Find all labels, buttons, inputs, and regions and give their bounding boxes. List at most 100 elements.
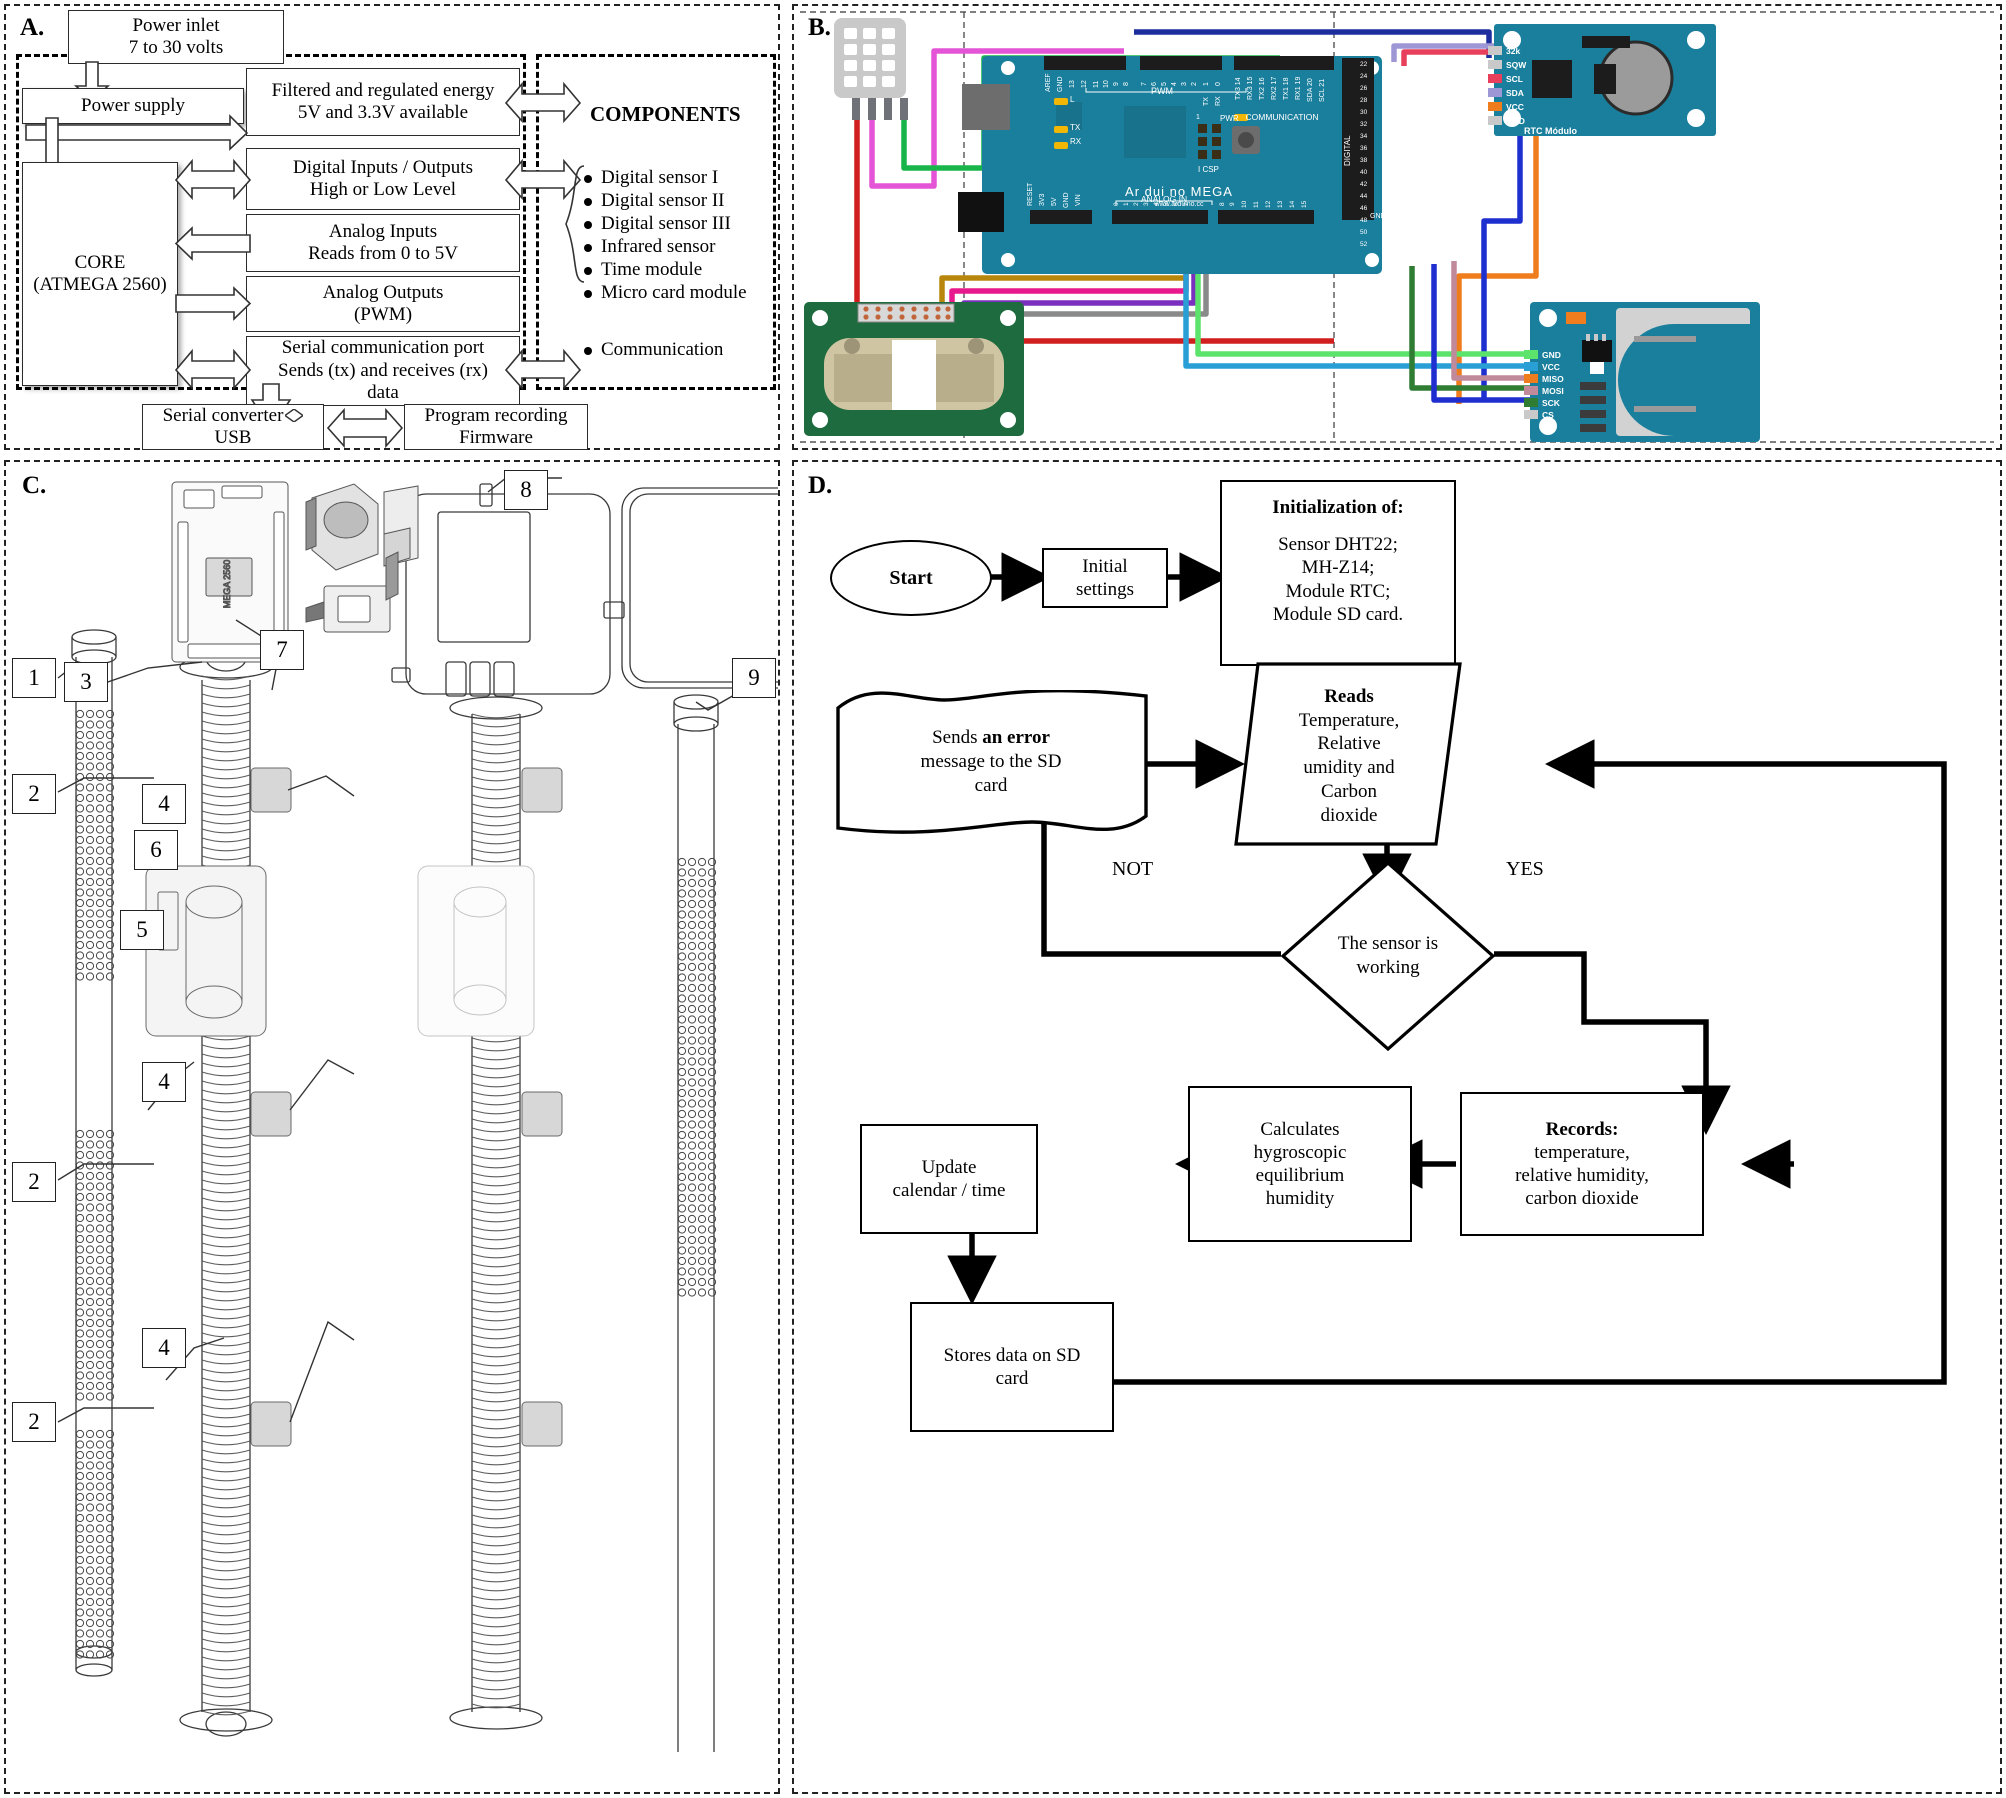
analog-out-line2: (PWM) <box>353 304 413 325</box>
callout-2-bottom: 2 <box>12 1402 56 1442</box>
svg-text:RX1 19: RX1 19 <box>1295 77 1302 100</box>
components-title: COMPONENTS <box>590 102 741 126</box>
svg-text:23: 23 <box>1382 67 1390 74</box>
callout-4-bottom: 4 <box>142 1328 186 1368</box>
digital-line2: High or Low Level <box>309 179 457 200</box>
svg-text:3: 3 <box>1143 202 1150 206</box>
callout-4-top: 4 <box>142 784 186 824</box>
svg-text:7: 7 <box>1141 82 1148 86</box>
panel-b-wiring-diagram: AREF GND 13 12 11 10 9 8 7 6 5 4 3 2 1 0… <box>800 11 1994 443</box>
svg-text:SDA 20: SDA 20 <box>1307 78 1314 102</box>
svg-text:4: 4 <box>1153 202 1160 206</box>
svg-text:GND: GND <box>1370 213 1386 220</box>
svg-text:52: 52 <box>1360 241 1368 248</box>
svg-text:TX1 18: TX1 18 <box>1283 77 1290 100</box>
calculates-node: Calculates hygroscopic equilibrium humid… <box>1188 1086 1412 1242</box>
svg-text:34: 34 <box>1360 133 1368 140</box>
panel-c-letter: C. <box>22 472 47 499</box>
svg-text:AREF: AREF <box>1045 73 1052 92</box>
svg-text:SCK: SCK <box>1542 398 1561 408</box>
svg-text:12: 12 <box>1265 200 1272 208</box>
components-list: Digital sensor I Digital sensor II Digit… <box>584 168 747 306</box>
arrow-converter-to-firmware <box>326 407 404 449</box>
reads-node: Reads Temperature, Relative umidity and … <box>1298 685 1400 826</box>
svg-text:42: 42 <box>1360 181 1368 188</box>
bullet-dot-icon <box>584 347 592 355</box>
svg-text:31: 31 <box>1382 115 1390 122</box>
svg-text:43: 43 <box>1382 187 1390 194</box>
svg-text:GND: GND <box>1506 116 1525 126</box>
svg-text:28: 28 <box>1360 97 1368 104</box>
svg-text:3V3: 3V3 <box>1039 193 1046 206</box>
callout-5: 5 <box>120 910 164 950</box>
diamond-icon <box>285 409 304 423</box>
svg-text:50: 50 <box>1360 229 1368 236</box>
core-line1: CORE <box>74 251 126 273</box>
svg-text:1: 1 <box>1196 114 1200 121</box>
svg-text:0: 0 <box>1215 82 1222 86</box>
bullet-dot-icon <box>584 290 592 298</box>
components-brace-icon <box>565 165 585 283</box>
module-illustrations <box>305 483 419 633</box>
panel-c-assembly-drawing: MEGA 2560 <box>57 477 778 1752</box>
arrow-core-serial <box>174 348 252 391</box>
svg-text:L: L <box>1070 95 1075 104</box>
box-program-firmware: Program recording Firmware <box>404 404 588 450</box>
svg-text:8: 8 <box>1123 82 1130 86</box>
svg-text:13: 13 <box>1069 80 1076 88</box>
box-core: CORE (ATMEGA 2560) <box>22 162 178 386</box>
callout-2-top: 2 <box>12 774 56 814</box>
svg-text:GND: GND <box>1542 350 1561 360</box>
svg-text:CS: CS <box>1542 410 1554 420</box>
start-node: Start <box>830 540 992 616</box>
filtered-line2: 5V and 3.3V available <box>297 102 469 123</box>
serial-line2: Sends (tx) and receives (rx) <box>278 359 488 381</box>
sd-card-module-graphic: GND VCC MISO MOSI SCK CS <box>1524 302 1760 442</box>
box-analog-outputs: Analog Outputs (PWM) <box>246 276 520 332</box>
svg-text:30: 30 <box>1360 109 1368 116</box>
serial-converter-line2: USB <box>214 427 252 448</box>
initial-settings-node: Initial settings <box>1042 548 1168 608</box>
svg-text:13: 13 <box>1277 200 1284 208</box>
co2-sensor-illustration-col3 <box>417 865 535 1037</box>
svg-text:48: 48 <box>1360 217 1368 224</box>
svg-text:RX: RX <box>1215 96 1222 106</box>
svg-text:TX2 16: TX2 16 <box>1259 77 1266 100</box>
rtc-module-graphic: 32k SQW SCL SDA VCC GND RTC Módulo <box>1488 24 1716 136</box>
svg-text:29: 29 <box>1382 103 1390 110</box>
svg-text:SCL: SCL <box>1506 74 1523 84</box>
svg-text:10: 10 <box>1241 200 1248 208</box>
svg-text:DIGITAL: DIGITAL <box>1343 135 1352 166</box>
svg-text:SCL 21: SCL 21 <box>1319 79 1326 102</box>
serial-converter-line1: Serial converter <box>162 404 284 426</box>
svg-text:11: 11 <box>1093 81 1100 88</box>
callout-3: 3 <box>64 662 108 702</box>
branch-label-not: NOT <box>1112 858 1154 880</box>
arrow-serial-to-communication <box>504 348 582 391</box>
bullet-dot-icon <box>584 267 592 275</box>
svg-text:VIN: VIN <box>1075 194 1082 206</box>
power-inlet-line1: Power inlet <box>132 14 220 36</box>
panel-a: A. Power inlet 7 to 30 volts Power suppl… <box>4 4 780 450</box>
svg-text:36: 36 <box>1360 145 1368 152</box>
callout-1: 1 <box>12 658 56 698</box>
filtered-line1: Filtered and regulated energy <box>271 79 495 101</box>
svg-text:49: 49 <box>1382 223 1390 230</box>
svg-text:27: 27 <box>1382 91 1390 98</box>
svg-text:5: 5 <box>1163 202 1170 206</box>
power-inlet-line2: 7 to 30 volts <box>128 37 224 58</box>
list-item: Infrared sensor <box>584 237 747 256</box>
box-digital-io: Digital Inputs / Outputs High or Low Lev… <box>246 148 520 210</box>
digital-line1: Digital Inputs / Outputs <box>293 156 473 178</box>
callout-9: 9 <box>732 658 776 698</box>
arrow-core-digital <box>174 158 252 201</box>
svg-text:22: 22 <box>1360 61 1368 68</box>
svg-text:44: 44 <box>1360 193 1368 200</box>
panel-a-letter: A. <box>20 14 45 41</box>
components-list-extra: Communication <box>584 340 723 363</box>
svg-text:I CSP: I CSP <box>1198 165 1219 174</box>
analog-in-line2: Reads from 0 to 5V <box>308 243 458 264</box>
stores-data-node: Stores data on SD card <box>910 1302 1114 1432</box>
callout-6: 6 <box>134 830 178 870</box>
analog-in-line1: Analog Inputs <box>328 220 438 242</box>
